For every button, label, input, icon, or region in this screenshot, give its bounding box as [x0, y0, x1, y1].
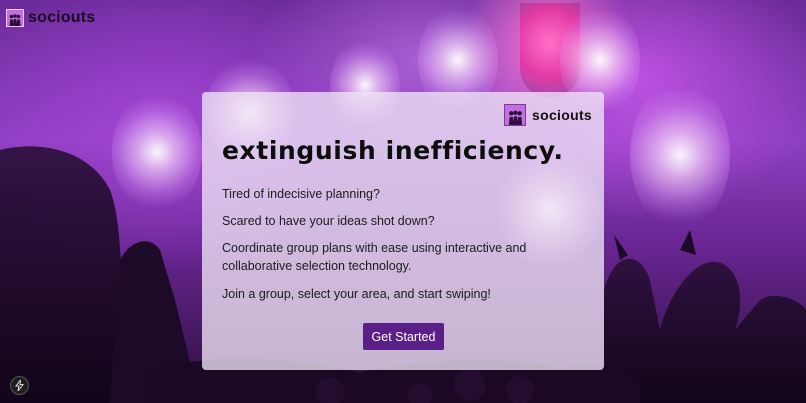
people-group-icon [504, 104, 527, 126]
intro-line-1: Tired of indecisive planning? [222, 187, 380, 201]
lightning-bolt-button[interactable] [10, 376, 29, 395]
lightning-bolt-icon [15, 380, 24, 391]
card-brand-text: sociouts [532, 107, 592, 123]
page-headline: extinguish inefficiency. [222, 136, 564, 165]
app-logo-text: sociouts [28, 9, 96, 26]
people-group-icon [6, 9, 24, 27]
get-started-button[interactable]: Get Started [363, 323, 444, 350]
intro-call-to-action-text: Join a group, select your area, and star… [222, 287, 491, 301]
welcome-card: sociouts extinguish inefficiency. Tired … [202, 92, 604, 370]
intro-description: Coordinate group plans with ease using i… [222, 241, 527, 273]
app-logo[interactable]: sociouts [6, 9, 95, 27]
card-brand-logo: sociouts [504, 104, 592, 126]
intro-line-2: Scared to have your ideas shot down? [222, 214, 435, 228]
